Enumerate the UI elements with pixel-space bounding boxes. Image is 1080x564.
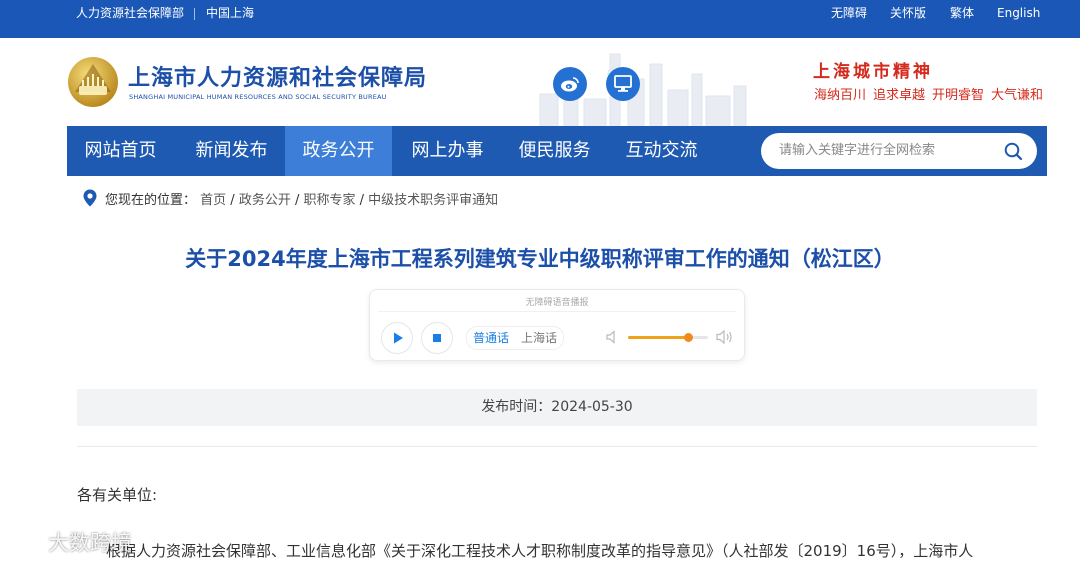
article-paragraph: 根据人力资源社会保障部、工业信息化部《关于深化工程技术人才职称制度改革的指导意见… [77, 540, 1067, 561]
link-accessibility[interactable]: 无障碍 [831, 0, 867, 27]
stop-button[interactable] [421, 322, 453, 354]
article-title: 关于2024年度上海市工程系列建筑专业中级职称评审工作的通知（松江区） [185, 247, 895, 271]
bureau-emblem-icon[interactable] [66, 56, 120, 108]
link-traditional-chinese[interactable]: 繁体 [950, 0, 974, 27]
source-watermark: 大数跨境 [8, 527, 132, 557]
nav-item-convenience[interactable]: 便民服务 [501, 126, 608, 176]
volume-slider[interactable] [628, 333, 708, 342]
slogan-word: 海纳百川 [814, 88, 867, 103]
link-china-shanghai[interactable]: 中国上海 [206, 0, 254, 27]
topbar-divider [194, 8, 195, 20]
publish-date: 发布时间：2024-05-30 [77, 389, 1037, 426]
player-caption: 无障碍语音播报 [525, 298, 589, 308]
content-divider [77, 446, 1037, 447]
slogan-word: 追求卓越 [873, 88, 926, 103]
site-name[interactable]: 上海市人力资源和社会保障局 [128, 60, 427, 92]
nav-item-news[interactable]: 新闻发布 [178, 126, 285, 176]
nav-item-online-services[interactable]: 网上办事 [394, 126, 501, 176]
breadcrumb-gov-affairs[interactable]: 政务公开 [239, 193, 291, 208]
watermark-logo-icon [8, 534, 44, 554]
link-mohrss[interactable]: 人力资源社会保障部 [76, 0, 184, 27]
breadcrumb-label: 您现在的位置： [105, 193, 197, 208]
city-spirit-title: 上海城市精神 [813, 62, 933, 82]
nav-item-home[interactable]: 网站首页 [67, 126, 174, 176]
player-divider [378, 311, 736, 312]
weibo-button[interactable] [553, 67, 587, 101]
search-placeholder: 请输入关键字进行全网检索 [779, 143, 936, 158]
nav-item-gov-affairs[interactable]: 政务公开 [285, 126, 392, 176]
site-search-input[interactable]: 请输入关键字进行全网检索 [761, 133, 1037, 169]
weibo-icon [561, 77, 579, 92]
breadcrumb-current[interactable]: 中级技术职务评审通知 [368, 193, 498, 208]
volume-slider-knob[interactable] [683, 333, 693, 342]
link-care-version[interactable]: 关怀版 [890, 0, 926, 27]
slogan-word: 开明睿智 [932, 88, 985, 103]
mobile-site-button[interactable] [606, 67, 640, 101]
article-greeting: 各有关单位: [77, 486, 158, 504]
volume-high-icon[interactable] [716, 329, 734, 345]
stop-icon [433, 334, 441, 342]
site-name-english: SHANGHAI MUNICIPAL HUMAN RESOURCES AND S… [129, 93, 387, 101]
play-icon [394, 332, 403, 344]
breadcrumb-title-experts[interactable]: 职称专家 [304, 193, 356, 208]
audio-player: 无障碍语音播报 普通话 上海话 [369, 289, 745, 361]
dialect-selector: 普通话 上海话 [466, 326, 565, 350]
play-button[interactable] [381, 322, 413, 354]
volume-low-icon[interactable] [606, 330, 618, 344]
lang-option-mandarin[interactable]: 普通话 [467, 331, 515, 345]
nav-item-interaction[interactable]: 互动交流 [608, 126, 715, 176]
link-english[interactable]: English [997, 0, 1040, 27]
article-paragraph-text: 根据人力资源社会保障部、工业信息化部《关于深化工程技术人才职称制度改革的指导意见… [106, 542, 974, 560]
top-bar: 人力资源社会保障部 中国上海 无障碍 关怀版 繁体 English [0, 0, 1080, 38]
location-pin-icon [83, 189, 97, 207]
monitor-icon [614, 75, 632, 92]
lang-option-shanghainese[interactable]: 上海话 [515, 331, 563, 345]
volume-slider-fill [628, 336, 688, 339]
city-spirit-words: 海纳百川 追求卓越 开明睿智 大气谦和 [814, 84, 1050, 103]
slogan-word: 大气谦和 [991, 88, 1044, 103]
watermark-text: 大数跨境 [48, 531, 132, 555]
search-icon[interactable] [1004, 142, 1023, 161]
breadcrumb-home[interactable]: 首页 [200, 193, 226, 208]
